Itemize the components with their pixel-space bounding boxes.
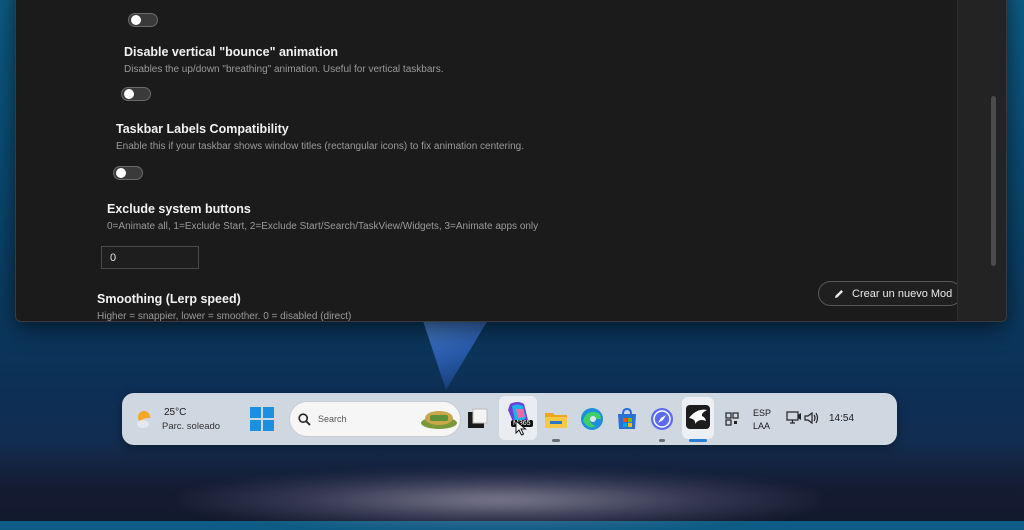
search-icon [298, 413, 311, 426]
setting-disable-bounce: Disable vertical "bounce" animation Disa… [124, 45, 443, 75]
scrollbar-thumb[interactable] [991, 96, 996, 266]
clock-time[interactable]: 14:54 [829, 413, 854, 424]
setting-description: Disables the up/down "breathing" animati… [124, 64, 444, 75]
search-box[interactable]: Search [289, 401, 461, 437]
windhawk-settings-window: Disable vertical "bounce" animation Disa… [15, 0, 1007, 322]
weather-condition[interactable]: Parc. soleado [162, 421, 220, 432]
compass-running-indicator [659, 439, 665, 442]
setting-smoothing: Smoothing (Lerp speed) Higher = snappier… [97, 292, 352, 322]
network-icon[interactable] [786, 411, 802, 430]
setting-description: Higher = snappier, lower = smoother. 0 =… [97, 311, 352, 322]
toggle-disable-bounce[interactable] [121, 87, 151, 101]
volume-icon[interactable] [804, 411, 820, 430]
setting-exclude-system-buttons: Exclude system buttons 0=Animate all, 1=… [107, 202, 538, 232]
create-new-mod-label: Crear un nuevo Mod [852, 287, 953, 300]
copilot-running-indicator [552, 439, 560, 442]
setting-title: Smoothing (Lerp speed) [97, 292, 241, 306]
exclude-system-buttons-input[interactable] [101, 246, 199, 269]
taskbar: 25°C Parc. soleado Search M365 ESP LAA 1… [122, 393, 897, 445]
setting-description: 0=Animate all, 1=Exclude Start, 2=Exclud… [107, 221, 539, 232]
compass-app-icon[interactable] [649, 406, 675, 432]
weather-sun-cloud-icon[interactable] [134, 407, 158, 431]
windhawk-app-button[interactable] [682, 397, 714, 439]
setting-taskbar-labels: Taskbar Labels Compatibility Enable this… [116, 122, 524, 152]
settings-scroll-area[interactable]: Disable vertical "bounce" animation Disa… [16, 0, 962, 322]
search-highlight-icon [421, 411, 457, 429]
start-button[interactable] [249, 406, 275, 432]
task-view-icon[interactable] [464, 406, 490, 432]
file-explorer-icon[interactable] [543, 406, 569, 432]
windows-logo-icon [250, 407, 274, 431]
setting-description: Enable this if your taskbar shows window… [116, 141, 524, 152]
windhawk-active-indicator [689, 439, 707, 442]
edge-browser-icon[interactable] [579, 406, 605, 432]
wallpaper-glow [180, 470, 820, 530]
create-new-mod-button[interactable]: Crear un nuevo Mod [818, 281, 962, 306]
input-language[interactable]: ESP [753, 408, 771, 418]
setting-title: Disable vertical "bounce" animation [124, 45, 338, 59]
windhawk-icon [686, 405, 710, 429]
pencil-icon [835, 289, 843, 298]
setting-title: Exclude system buttons [107, 202, 251, 216]
toggle-taskbar-labels[interactable] [113, 166, 143, 180]
mouse-cursor-icon [515, 420, 527, 436]
window-side-panel [957, 0, 1006, 321]
weather-temperature[interactable]: 25°C [164, 407, 186, 418]
keyboard-layout[interactable]: LAA [753, 421, 770, 431]
setting-title: Taskbar Labels Compatibility [116, 122, 289, 136]
toggle-previous-setting[interactable] [128, 13, 158, 27]
qr-scan-icon[interactable] [725, 412, 739, 431]
search-placeholder: Search [318, 414, 347, 424]
windhawk-window-frame: Disable vertical "bounce" animation Disa… [0, 0, 1024, 330]
microsoft-store-icon[interactable] [614, 406, 640, 432]
